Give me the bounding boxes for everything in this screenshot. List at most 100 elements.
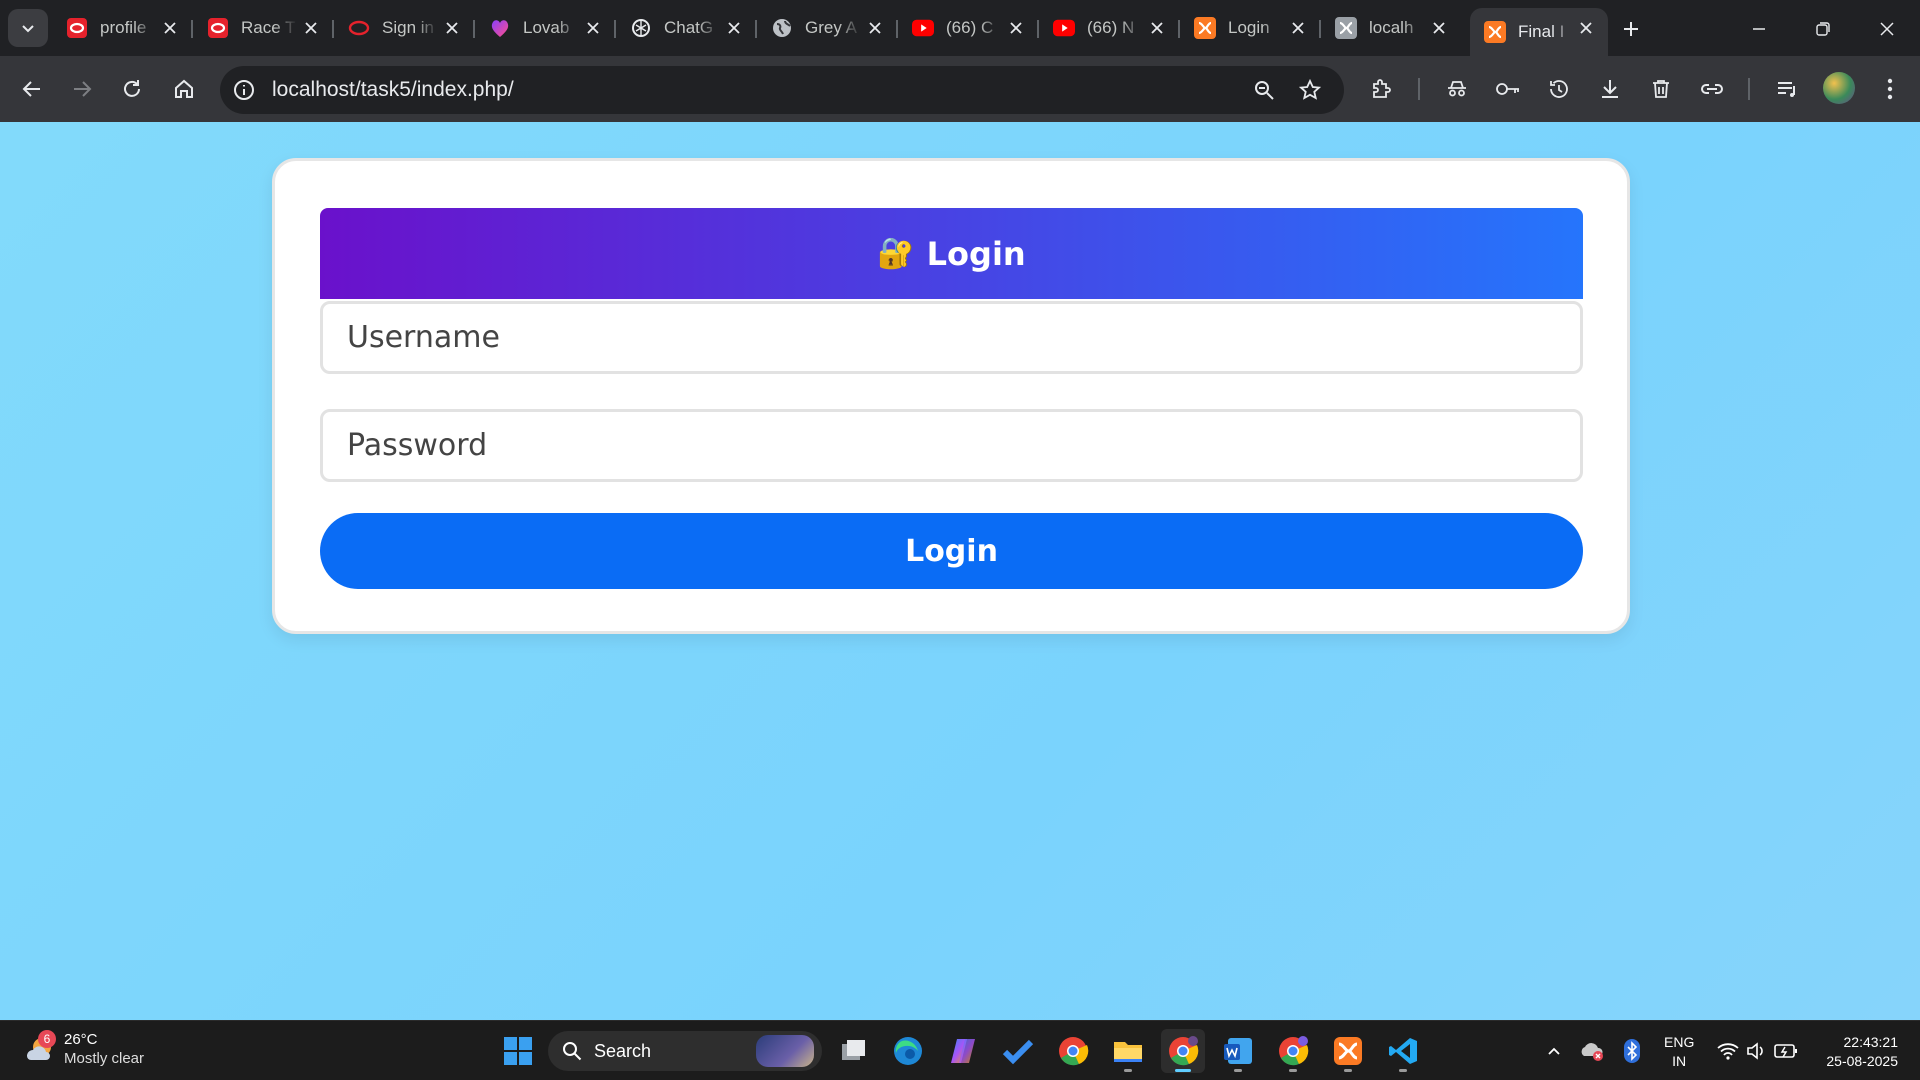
- opera-icon: [66, 17, 88, 39]
- edge-icon: [894, 1037, 922, 1065]
- delete-data-button[interactable]: [1643, 71, 1679, 107]
- clock-date: 25-08-2025: [1826, 1053, 1898, 1069]
- close-tab-icon[interactable]: [1288, 18, 1308, 38]
- battery-status[interactable]: [1770, 1035, 1802, 1067]
- menu-button[interactable]: [1872, 71, 1908, 107]
- media-controls-button[interactable]: [1769, 71, 1805, 107]
- browser-tab[interactable]: Sign in: [334, 8, 475, 48]
- windows-logo-icon: [504, 1037, 532, 1065]
- forward-button[interactable]: [62, 69, 102, 109]
- tab-search-button[interactable]: [8, 9, 48, 47]
- close-tab-icon[interactable]: [1576, 18, 1596, 38]
- playlist-icon: [1778, 82, 1795, 97]
- system-clock[interactable]: 22:43:21 25-08-2025: [1810, 1033, 1898, 1071]
- task-view-button[interactable]: [832, 1029, 876, 1073]
- close-tab-icon[interactable]: [583, 18, 603, 38]
- todo-app[interactable]: [996, 1029, 1040, 1073]
- tab-title: Login: [1228, 18, 1270, 37]
- opera-icon: [207, 17, 229, 39]
- chrome-profile-app-active[interactable]: [1161, 1029, 1205, 1073]
- site-info-icon[interactable]: [232, 78, 256, 102]
- close-tab-icon[interactable]: [442, 18, 462, 38]
- clock-time: 22:43:21: [1843, 1034, 1899, 1050]
- toolbar-separator: [1748, 78, 1750, 100]
- edge-app[interactable]: [886, 1029, 930, 1073]
- home-button[interactable]: [164, 69, 204, 109]
- minimize-button[interactable]: [1742, 12, 1776, 46]
- browser-tab[interactable]: (66) C: [898, 8, 1039, 48]
- browser-tab[interactable]: Login: [1180, 8, 1321, 48]
- browser-tab[interactable]: (66) N: [1039, 8, 1180, 48]
- word-app[interactable]: [1216, 1029, 1260, 1073]
- zoom-icon[interactable]: [1250, 76, 1278, 104]
- tab-strip: profile Race T Sign in Lovab ChatG Grey …: [0, 0, 1920, 56]
- address-bar[interactable]: localhost/task5/index.php/: [220, 66, 1344, 114]
- passwords-button[interactable]: [1490, 71, 1526, 107]
- globe-icon: [771, 17, 793, 39]
- taskbar-search[interactable]: Search: [548, 1031, 822, 1071]
- browser-tab[interactable]: Race T: [193, 8, 334, 48]
- onedrive-status[interactable]: [1576, 1035, 1608, 1067]
- reload-icon: [124, 80, 140, 97]
- history-button[interactable]: [1541, 71, 1577, 107]
- running-indicator: [1234, 1069, 1242, 1072]
- start-button[interactable]: [496, 1029, 540, 1073]
- restore-button[interactable]: [1806, 12, 1840, 46]
- tab-title: localh: [1369, 18, 1414, 37]
- tab-title: Race T: [241, 18, 296, 37]
- password-input[interactable]: [320, 409, 1583, 482]
- downloads-button[interactable]: [1592, 71, 1628, 107]
- copy-link-button[interactable]: [1694, 71, 1730, 107]
- close-tab-icon[interactable]: [160, 18, 180, 38]
- weather-temperature: 26°C: [64, 1031, 98, 1048]
- youtube-icon: [1053, 17, 1075, 39]
- weather-description: Mostly clear: [64, 1050, 145, 1067]
- extensions-button[interactable]: [1364, 71, 1400, 107]
- lock-icon: 🔐: [877, 237, 915, 270]
- username-input[interactable]: [320, 301, 1583, 374]
- browser-tab[interactable]: Lovab: [475, 8, 616, 48]
- copilot-app[interactable]: [941, 1029, 985, 1073]
- minimize-icon: [1753, 28, 1765, 30]
- url-text[interactable]: localhost/task5/index.php/: [272, 78, 514, 102]
- close-tab-icon[interactable]: [865, 18, 885, 38]
- browser-toolbar: localhost/task5/index.php/: [0, 56, 1920, 122]
- chrome-profile-app[interactable]: [1271, 1029, 1315, 1073]
- restore-icon: [1816, 22, 1830, 36]
- bluetooth-status[interactable]: [1616, 1035, 1648, 1067]
- close-tab-icon[interactable]: [1147, 18, 1167, 38]
- back-button[interactable]: [12, 69, 52, 109]
- xampp-app[interactable]: [1326, 1029, 1370, 1073]
- close-tab-icon[interactable]: [724, 18, 744, 38]
- tab-title: Grey A: [805, 18, 857, 37]
- close-tab-icon[interactable]: [1006, 18, 1026, 38]
- volume-status[interactable]: [1740, 1035, 1772, 1067]
- close-window-button[interactable]: [1870, 12, 1904, 46]
- new-tab-button[interactable]: [1614, 12, 1648, 46]
- chrome-app[interactable]: [1051, 1029, 1095, 1073]
- trash-icon: [1653, 80, 1669, 98]
- login-header: 🔐 Login: [320, 208, 1583, 299]
- wifi-icon: [1717, 1043, 1739, 1060]
- taskbar-search-label: Search: [594, 1040, 652, 1061]
- profile-avatar[interactable]: [1823, 72, 1855, 104]
- vscode-app[interactable]: [1381, 1029, 1425, 1073]
- browser-tab[interactable]: ChatG: [616, 8, 757, 48]
- chrome-icon: [1059, 1037, 1089, 1066]
- bookmark-star-icon[interactable]: [1296, 76, 1324, 104]
- browser-tab[interactable]: localh: [1321, 8, 1461, 48]
- browser-tab-active[interactable]: Final I: [1470, 8, 1608, 56]
- reload-button[interactable]: [112, 69, 152, 109]
- close-tab-icon[interactable]: [1429, 18, 1449, 38]
- task-view-icon: [842, 1040, 865, 1060]
- show-hidden-icons-button[interactable]: [1538, 1035, 1570, 1067]
- running-indicator: [1344, 1069, 1352, 1072]
- close-tab-icon[interactable]: [301, 18, 321, 38]
- browser-tab[interactable]: profile: [52, 8, 193, 48]
- incognito-button[interactable]: [1439, 71, 1475, 107]
- weather-widget[interactable]: 6 26°C Mostly clear: [22, 1030, 144, 1068]
- language-indicator[interactable]: ENG IN: [1664, 1033, 1694, 1071]
- file-explorer-app[interactable]: [1106, 1029, 1150, 1073]
- browser-tab[interactable]: Grey A: [757, 8, 898, 48]
- login-button[interactable]: Login: [320, 513, 1583, 589]
